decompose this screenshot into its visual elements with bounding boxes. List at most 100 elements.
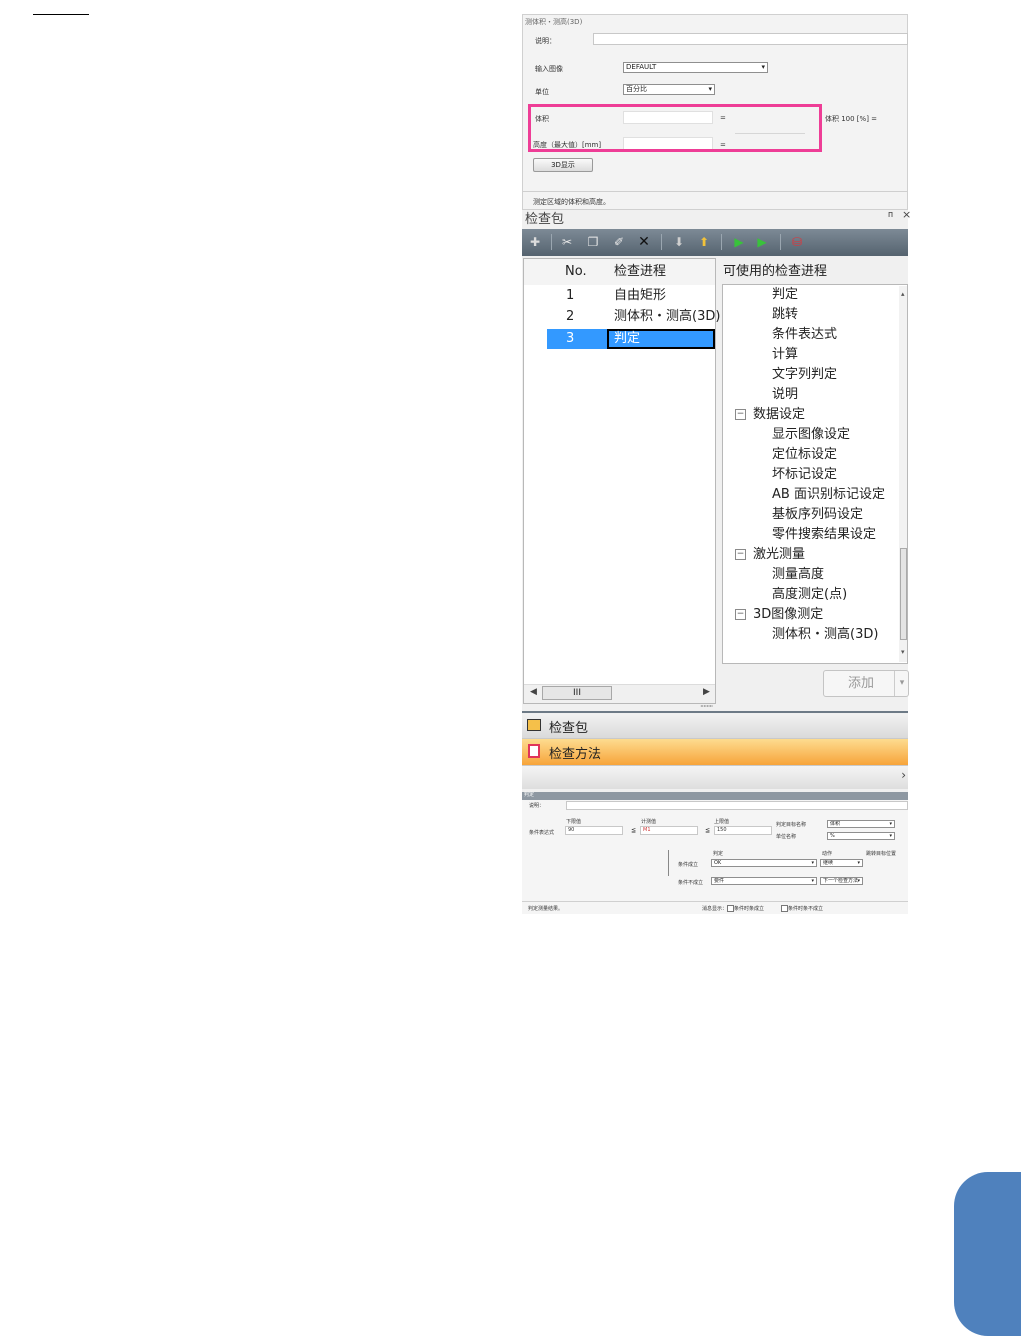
table-row-3-no[interactable]: 3 [566, 329, 574, 349]
volume-100-label: 体积 100 [%] = [825, 115, 878, 123]
tree-category-data-label: 数据设定 [753, 407, 806, 422]
tree-category-3d-label: 3D图像测定 [753, 607, 824, 622]
scroll-right-icon[interactable]: ▶ [703, 687, 710, 697]
judge-description-label: 说明： [529, 803, 545, 809]
pin-icon[interactable]: ᴨ [888, 210, 893, 220]
add-button[interactable]: 添加 ▾ [823, 670, 909, 697]
checkbox-cond-true[interactable] [727, 905, 734, 912]
unit-label: 单位 [535, 88, 549, 96]
tree-category-3d[interactable]: −3D图像测定 [735, 605, 823, 625]
tree-item-ab-side[interactable]: AB 面识别标记设定 [772, 485, 885, 505]
unit-name-value: % [830, 833, 835, 839]
list-header-process[interactable]: 检查进程 [614, 262, 666, 282]
cond-false-action-value: 下一个检查方法 [823, 878, 859, 884]
cond-true-action-value: 继续 [823, 860, 834, 866]
tree-category-data[interactable]: − 数据设定 [735, 405, 805, 425]
collapse-icon[interactable]: − [735, 549, 746, 560]
add-dropdown-icon[interactable]: ▾ [894, 671, 909, 696]
cut-icon[interactable]: ✂ [560, 235, 574, 249]
tree-item-height-point[interactable]: 高度测定(点) [772, 585, 847, 605]
close-icon[interactable]: × [902, 208, 911, 221]
cond-true-label: 条件成立 [678, 862, 699, 868]
tree-item-condition[interactable]: 条件表达式 [772, 325, 837, 345]
run-step-icon[interactable]: ▶ [755, 235, 769, 249]
tree-item-display-image[interactable]: 显示图像设定 [772, 425, 850, 445]
tree-item-volume-height-3d[interactable]: 测体积・测高(3D) [772, 625, 878, 645]
table-row-2-name[interactable]: 测体积・测高(3D) [614, 307, 720, 327]
toolbar-separator [721, 234, 722, 250]
cond-false-action-select[interactable]: 下一个检查方法 ▾ [820, 877, 863, 885]
judge-target-value: 体积 [830, 821, 841, 827]
scroll-up-icon[interactable]: ▴ [901, 290, 905, 298]
tree-item-part-search[interactable]: 零件搜索结果设定 [772, 525, 876, 545]
upper-limit-input[interactable]: 150 [714, 826, 772, 835]
measured-input[interactable]: M1 [640, 826, 698, 835]
cond-true-result-value: OK [714, 860, 722, 866]
dropdown-arrow-icon: ▾ [811, 878, 814, 884]
expand-arrow-icon[interactable]: › [901, 768, 906, 782]
cond-true-action-select[interactable]: 继续 ▾ [820, 859, 863, 867]
move-up-icon[interactable]: ⬆ [697, 235, 711, 249]
message-display-label: 消息显示： [702, 906, 728, 912]
tree-item-fiducial[interactable]: 定位标设定 [772, 445, 837, 465]
nav-inspection-method-label: 检查方法 [549, 747, 602, 762]
judge-panel-title: 判定 [524, 792, 535, 798]
collapse-icon[interactable]: − [735, 409, 746, 420]
judge-description-input[interactable] [566, 801, 908, 810]
delete-icon[interactable]: ✕ [637, 235, 651, 249]
3d-display-button[interactable]: 3D显示 [533, 158, 593, 172]
unit-select[interactable]: 百分比 ▾ [623, 84, 715, 95]
collapse-icon[interactable]: − [735, 609, 746, 620]
nav-inspection-method[interactable]: 检查方法 [522, 739, 908, 765]
unit-name-select[interactable]: % ▾ [827, 832, 895, 840]
move-down-icon[interactable]: ⬇ [672, 235, 686, 249]
tree-item-bad-mark[interactable]: 坏标记设定 [772, 465, 837, 485]
splitter-grip[interactable]: ········ [700, 702, 713, 711]
database-icon[interactable]: ⛁ [790, 235, 804, 249]
table-row-2-no[interactable]: 2 [566, 307, 574, 327]
branch-bracket [668, 850, 673, 876]
copy-icon[interactable]: ❐ [586, 235, 600, 249]
cond-false-result-select[interactable]: 要件 ▾ [711, 877, 817, 885]
checkbox-cond-false[interactable] [781, 905, 788, 912]
judge-target-label: 判定目标名称 [776, 822, 807, 828]
paste-icon[interactable]: ✐ [612, 235, 626, 249]
tree-item-judge[interactable]: 判定 [772, 285, 798, 305]
tree-item-serial[interactable]: 基板序列码设定 [772, 505, 863, 525]
lower-limit-input[interactable]: 90 [565, 826, 623, 835]
cond-true-result-select[interactable]: OK ▾ [711, 859, 817, 867]
status-divider [522, 191, 908, 192]
scroll-left-icon[interactable]: ◀ [530, 687, 537, 697]
description-input[interactable] [593, 33, 908, 45]
table-row-1-name[interactable]: 自由矩形 [614, 286, 666, 306]
tree-item-comment[interactable]: 说明 [772, 385, 798, 405]
scrollbar-grip: III [573, 688, 581, 698]
table-row-1-no[interactable]: 1 [566, 286, 574, 306]
upper-limit-value: 150 [717, 827, 727, 833]
checkbox-cond-true-label: 条件时条成立 [734, 906, 765, 912]
tree-category-laser[interactable]: − 激光测量 [735, 545, 805, 565]
list-header-no[interactable]: No. [565, 262, 587, 282]
measured-value: M1 [643, 827, 651, 833]
vertical-scrollbar-thumb[interactable] [900, 548, 907, 640]
toolbar-separator [780, 234, 781, 250]
nav-collapsed-bar[interactable]: › [522, 765, 908, 789]
judge-target-select[interactable]: 体积 ▾ [827, 820, 895, 828]
tree-item-string-judge[interactable]: 文字列判定 [772, 365, 837, 385]
table-row-3-name[interactable]: 判定 [614, 329, 640, 349]
toolbar [522, 229, 908, 256]
scroll-down-icon[interactable]: ▾ [901, 648, 905, 656]
unit-name-label: 单位名称 [776, 834, 797, 840]
status-text: 测定区域的体积和高度。 [533, 198, 610, 206]
chapter-tab [954, 1172, 1021, 1336]
scrollbar-thumb[interactable]: III [542, 686, 612, 700]
tree-item-jump[interactable]: 跳转 [772, 305, 798, 325]
nav-inspection-package[interactable]: 检查包 [522, 714, 908, 739]
tree-category-laser-label: 激光测量 [753, 547, 806, 562]
input-image-select[interactable]: DEFAULT ▾ [623, 62, 768, 73]
tree-item-calc[interactable]: 计算 [772, 345, 798, 365]
run-icon[interactable]: ▶ [732, 235, 746, 249]
add-icon[interactable]: ✚ [528, 235, 542, 249]
add-button-label: 添加 [848, 676, 875, 691]
tree-item-measure-height[interactable]: 测量高度 [772, 565, 824, 585]
